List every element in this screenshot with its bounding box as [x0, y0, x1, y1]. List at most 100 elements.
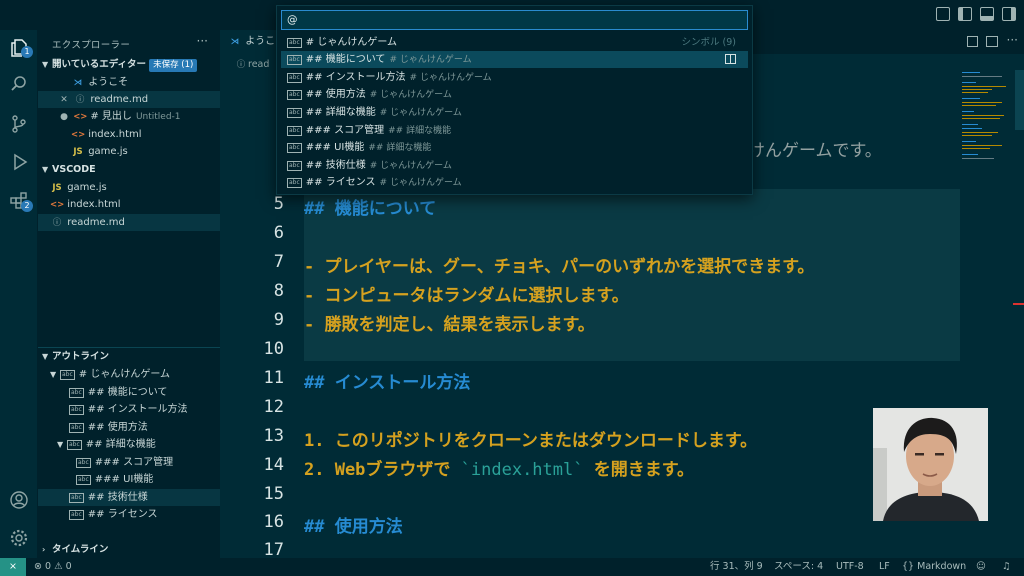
outline-header[interactable]: ▼ アウトライン	[38, 348, 220, 365]
toggle-sidebar-icon[interactable]	[958, 7, 972, 21]
palette-item[interactable]: abc ## 詳細な機能 # じゃんけんゲーム	[281, 104, 748, 121]
source-control-icon[interactable]	[9, 114, 29, 134]
chevron-down-icon: ▼	[42, 352, 49, 361]
open-editor-readme[interactable]: ✕ ⓘ readme.md	[38, 91, 220, 108]
open-editor-welcome[interactable]: ⋊ ようこそ	[38, 74, 220, 91]
scrollbar-marker	[1013, 303, 1024, 305]
open-preview-icon[interactable]	[967, 36, 978, 47]
string-symbol-icon: abc	[287, 108, 302, 118]
outline-item-label: ## 詳細な機能	[85, 439, 156, 450]
more-actions-icon[interactable]: ···	[197, 34, 208, 48]
open-editor-label: readme.md	[90, 94, 149, 105]
code-line[interactable]: - コンピュータはランダムに選択します。	[304, 281, 629, 306]
run-debug-icon[interactable]	[9, 152, 29, 172]
open-editor-label: index.html	[88, 129, 142, 140]
palette-item-desc: # じゃんけんゲーム	[379, 108, 462, 118]
outline-item-label: ### スコア管理	[94, 457, 174, 468]
code-line[interactable]: - 勝敗を判定し、結果を表示します。	[304, 310, 595, 335]
cursor-position[interactable]: 行 31、列 9	[710, 558, 763, 576]
palette-item[interactable]: abc # じゃんけんゲーム シンボル (9)	[281, 34, 748, 51]
file-index-html[interactable]: <> index.html	[38, 196, 220, 213]
line-number: 17	[263, 540, 284, 560]
status-bar: ⨯ ⊗ 0 ⚠ 0 行 31、列 9 スペース: 4 UTF-8 LF {} M…	[0, 558, 1024, 576]
settings-gear-icon[interactable]	[9, 528, 29, 548]
breadcrumb[interactable]: ⓘ read	[234, 58, 270, 70]
line-number: 8	[273, 281, 284, 301]
open-editor-untitled[interactable]: ● <> # 見出し Untitled-1	[38, 108, 220, 125]
close-icon[interactable]: ✕	[58, 92, 70, 109]
open-editor-label: # 見出し	[90, 111, 132, 122]
file-game-js[interactable]: JS game.js	[38, 179, 220, 196]
split-editor-icon[interactable]	[986, 36, 998, 47]
code-line[interactable]: ## 使用方法	[304, 512, 403, 537]
error-icon: ⊗	[34, 561, 42, 572]
outline-item[interactable]: ▼ abc ## 詳細な機能	[38, 436, 220, 453]
outline-item[interactable]: ▼ abc # じゃんけんゲーム	[38, 366, 220, 383]
palette-item[interactable]: abc ### UI機能 ## 詳細な機能	[281, 139, 748, 156]
palette-item-desc: # じゃんけんゲーム	[409, 73, 492, 83]
layout-controls	[936, 7, 1016, 21]
timeline-header[interactable]: › タイムライン	[38, 541, 220, 558]
string-symbol-icon: abc	[69, 510, 84, 520]
problems-indicator[interactable]: ⊗ 0 ⚠ 0	[34, 558, 72, 576]
palette-item-label: ## 機能について	[305, 54, 386, 65]
palette-item[interactable]: abc ### スコア管理 ## 詳細な機能	[281, 122, 748, 139]
tab-welcome[interactable]: ⋊ ようこ	[220, 30, 284, 54]
indentation[interactable]: スペース: 4	[774, 558, 823, 576]
string-symbol-icon: abc	[60, 370, 75, 380]
outline-item[interactable]: abc ### スコア管理	[38, 454, 220, 471]
outline-item[interactable]: abc ### UI機能	[38, 471, 220, 488]
code-line[interactable]: 2. Webブラウザで `index.html` を開きます。	[304, 455, 694, 480]
toggle-secondary-sidebar-icon[interactable]	[1002, 7, 1016, 21]
chevron-down-icon: ▼	[57, 440, 64, 449]
editor-scrollbar[interactable]	[1015, 70, 1024, 130]
code-line[interactable]: ## 機能について	[304, 194, 436, 219]
warning-icon: ⚠	[54, 561, 63, 572]
vscode-icon: ⋊	[73, 78, 83, 88]
code-line[interactable]: ## インストール方法	[304, 368, 470, 393]
account-icon[interactable]	[9, 490, 29, 510]
symbol-search-input[interactable]: @	[281, 10, 748, 30]
html-icon: <>	[50, 200, 65, 210]
language-mode[interactable]: {} Markdown	[902, 558, 966, 576]
outline-item[interactable]: abc ## 技術仕様	[38, 489, 220, 506]
workspace-header[interactable]: ▼ VSCODE	[38, 161, 220, 178]
line-number: 14	[263, 455, 284, 475]
unsaved-badge: 未保存 (1)	[149, 59, 198, 72]
inline-code: `index.html`	[460, 460, 584, 480]
outline-item[interactable]: abc ## インストール方法	[38, 401, 220, 418]
timeline-label: タイムライン	[52, 544, 109, 555]
explorer-badge: 1	[21, 46, 33, 58]
palette-item[interactable]: abc ## 使用方法 # じゃんけんゲーム	[281, 86, 748, 103]
sidebar-title: エクスプローラー	[52, 40, 131, 51]
file-readme-md[interactable]: ⓘ readme.md	[38, 214, 220, 231]
encoding[interactable]: UTF-8	[836, 558, 864, 576]
code-line[interactable]: 1. このリポジトリをクローンまたはダウンロードします。	[304, 426, 757, 451]
open-to-side-icon[interactable]	[725, 54, 736, 64]
outline-item[interactable]: abc ## 機能について	[38, 384, 220, 401]
toggle-panel-icon[interactable]	[980, 7, 994, 21]
string-symbol-icon: abc	[287, 38, 302, 48]
editor-more-icon[interactable]: ···	[1007, 33, 1018, 47]
outline-item[interactable]: abc ## ライセンス	[38, 506, 220, 523]
outline-item[interactable]: abc ## 使用方法	[38, 419, 220, 436]
palette-item-selected[interactable]: abc ## 機能について # じゃんけんゲーム	[281, 51, 748, 68]
customize-layout-icon[interactable]	[936, 7, 950, 21]
chevron-down-icon: ▼	[42, 60, 49, 69]
dirty-dot-icon: ●	[60, 112, 68, 122]
search-icon[interactable]	[9, 74, 29, 94]
end-of-line[interactable]: LF	[879, 558, 890, 576]
minimap[interactable]	[962, 70, 1012, 180]
open-editor-index[interactable]: <> index.html	[38, 126, 220, 143]
copilot-icon[interactable]: ☺	[976, 558, 986, 576]
string-symbol-icon: abc	[287, 178, 302, 188]
open-editor-game[interactable]: JS game.js	[38, 143, 220, 160]
info-icon: ⓘ	[75, 95, 85, 105]
notifications-bell-icon[interactable]: ♫	[1002, 558, 1011, 576]
remote-indicator-icon[interactable]: ⨯	[0, 558, 26, 576]
palette-item[interactable]: abc ## 技術仕様 # じゃんけんゲーム	[281, 157, 748, 174]
open-editors-header[interactable]: ▼ 開いているエディター 未保存 (1)	[38, 56, 220, 73]
palette-item[interactable]: abc ## ライセンス # じゃんけんゲーム	[281, 174, 748, 191]
palette-item[interactable]: abc ## インストール方法 # じゃんけんゲーム	[281, 69, 748, 86]
code-line[interactable]: - プレイヤーは、グー、チョキ、パーのいずれかを選択できます。	[304, 252, 814, 277]
